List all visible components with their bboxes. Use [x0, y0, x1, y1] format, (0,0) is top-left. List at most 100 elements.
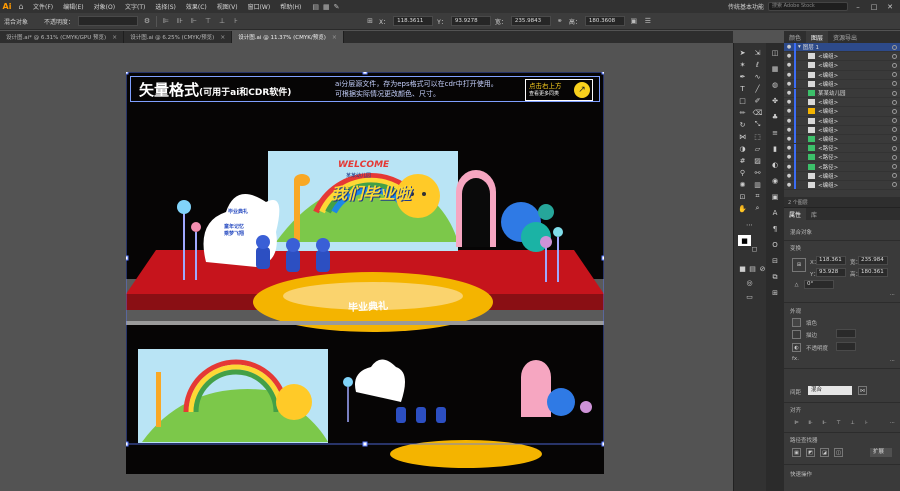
target-icon[interactable] [892, 164, 897, 170]
fx-button[interactable]: fx. [792, 356, 799, 362]
align-middle-icon[interactable]: ⊥ [217, 16, 227, 26]
more-options-icon[interactable]: ⋯ [888, 356, 897, 365]
props-angle-field[interactable]: 0° [804, 280, 834, 289]
tab-doc-3[interactable]: 设计图.ai @ 11.37% (CMYK/预览) × [232, 31, 344, 43]
width-tool-icon[interactable]: ⋈ [736, 131, 749, 142]
close-icon[interactable]: ✕ [884, 0, 896, 13]
layer-row[interactable]: ● <编组> [784, 79, 900, 89]
layer-row[interactable]: ● <路径> [784, 143, 900, 154]
gradient-tool-icon[interactable]: ▨ [751, 155, 764, 166]
layer-row[interactable]: ● <编组> [784, 125, 900, 135]
expand-arrow-icon[interactable]: ▾ [798, 44, 801, 50]
target-icon[interactable] [892, 173, 897, 179]
layer-row[interactable]: ● 某某幼儿园 [784, 88, 900, 99]
props-w-field[interactable]: 235.984 [858, 256, 888, 265]
curvature-icon[interactable]: ∿ [751, 71, 764, 82]
link-icon[interactable]: ⚭ [555, 16, 565, 26]
home-icon[interactable]: ⌂ [14, 0, 28, 13]
layer-row[interactable]: ● <编组> [784, 51, 900, 62]
visibility-icon[interactable]: ● [784, 145, 794, 151]
menu-effect[interactable]: 效果(C) [181, 2, 212, 11]
blend-tool-icon[interactable]: ⚯ [751, 167, 764, 178]
target-icon[interactable] [892, 44, 897, 50]
transparency-panel-icon[interactable]: ◐ [769, 159, 781, 171]
stroke-swatch-icon[interactable]: ◻ [748, 243, 761, 254]
target-icon[interactable] [892, 53, 897, 59]
tab-doc-1[interactable]: 设计图.ai* @ 6.31% (CMYK/GPU 预览) × [0, 31, 125, 43]
tab-libraries[interactable]: 库 [806, 208, 822, 220]
align-bottom-icon[interactable]: ⊦ [231, 16, 241, 26]
align-vcenter-icon[interactable]: ⊥ [848, 418, 857, 427]
layer-row[interactable]: ● <编组> [784, 171, 900, 181]
screen-mode-icon[interactable]: ▭ [743, 291, 756, 302]
scale-tool-icon[interactable]: ⤡ [751, 119, 764, 130]
y-field[interactable]: 93.9278 [450, 16, 491, 26]
visibility-icon[interactable]: ● [784, 127, 794, 133]
align-panel-icon[interactable]: ⊟ [769, 255, 781, 267]
symbols-panel-icon[interactable]: ♣ [769, 111, 781, 123]
align-hcenter-icon[interactable]: ⊪ [806, 418, 815, 427]
transform-panel-icon[interactable]: ⊞ [769, 287, 781, 299]
stroke-swatch[interactable] [792, 330, 801, 339]
brushes-panel-icon[interactable]: ✤ [769, 95, 781, 107]
layer-row[interactable]: ● <编组> [784, 116, 900, 126]
arrange-icon[interactable]: ▤ [312, 3, 319, 11]
visibility-icon[interactable]: ● [784, 62, 794, 68]
layer-row[interactable]: ● <编组> [784, 180, 900, 190]
blend-options-icon[interactable]: ⋈ [858, 386, 867, 395]
close-tab-icon[interactable]: × [220, 34, 225, 41]
color-guide-icon[interactable]: ◍ [769, 79, 781, 91]
target-icon[interactable] [892, 182, 897, 188]
shape-builder-icon[interactable]: ◑ [736, 143, 749, 154]
target-icon[interactable] [892, 108, 897, 114]
magic-wand-icon[interactable]: ✶ [736, 59, 749, 70]
menu-type[interactable]: 文字(T) [120, 2, 150, 11]
layer-row[interactable]: ● <编组> [784, 134, 900, 145]
target-icon[interactable] [892, 62, 897, 68]
align-center-icon[interactable]: ⊪ [175, 16, 185, 26]
target-icon[interactable] [892, 127, 897, 133]
align-top-icon[interactable]: ⊤ [834, 418, 843, 427]
unite-icon[interactable]: ▣ [792, 448, 801, 457]
layer-row[interactable]: ● ▾ 图层 1 [784, 42, 900, 53]
tab-doc-2[interactable]: 设计图.ai @ 6.25% (CMYK/预览) × [124, 31, 233, 43]
visibility-icon[interactable]: ● [784, 173, 794, 179]
layer-row[interactable]: ● <编组> [784, 60, 900, 71]
align-right-icon[interactable]: ⊩ [820, 418, 829, 427]
draw-mode-icon[interactable]: ◎ [743, 277, 756, 288]
properties-panel-icon[interactable]: ◫ [769, 47, 781, 59]
eraser-icon[interactable]: ⌫ [751, 107, 764, 118]
align-left-icon[interactable]: ⊫ [161, 16, 171, 26]
fill-swatch[interactable] [792, 318, 801, 327]
close-tab-icon[interactable]: × [332, 34, 337, 41]
align-bottom-icon[interactable]: ⊦ [862, 418, 871, 427]
visibility-icon[interactable]: ● [784, 118, 794, 124]
more-similar-button[interactable]: 点击右上方 查看更多同类 ↗ [525, 79, 593, 101]
minus-front-icon[interactable]: ◩ [806, 448, 815, 457]
transform-icon[interactable]: ⊞ [365, 16, 375, 26]
target-icon[interactable] [892, 81, 897, 87]
exclude-icon[interactable]: ◫ [834, 448, 843, 457]
direct-selection-tool-icon[interactable]: ⇲ [751, 47, 764, 58]
stroke-panel-icon[interactable]: ≡ [769, 127, 781, 139]
stock-search-input[interactable]: 搜索 Adobe Stock [768, 2, 848, 11]
libraries-panel-icon[interactable]: ▦ [769, 63, 781, 75]
visibility-icon[interactable]: ● [784, 99, 794, 105]
target-icon[interactable] [892, 136, 897, 142]
target-icon[interactable] [892, 154, 897, 160]
type-tool-icon[interactable]: T [736, 83, 749, 94]
grid-icon[interactable]: ▦ [323, 3, 330, 11]
h-field[interactable]: 180.3608 [584, 16, 625, 26]
menu-help[interactable]: 帮助(H) [275, 2, 306, 11]
graph-tool-icon[interactable]: ▥ [751, 179, 764, 190]
settings-icon[interactable]: ⚙ [142, 16, 152, 26]
opentype-panel-icon[interactable]: O [769, 239, 781, 251]
artboard-tool-icon[interactable]: ⊡ [736, 191, 749, 202]
menu-file[interactable]: 文件(F) [28, 2, 58, 11]
visibility-icon[interactable]: ● [784, 90, 794, 96]
layer-row[interactable]: ● <编组> [784, 97, 900, 108]
visibility-icon[interactable]: ● [784, 182, 794, 188]
target-icon[interactable] [892, 118, 897, 124]
more-options-icon[interactable]: ⋯ [888, 290, 897, 299]
canvas-area[interactable]: WELCOME 某某幼儿园 我们毕业啦 童年记忆 乘梦飞翔 毕业典礼 毕业典礼 … [0, 43, 733, 491]
